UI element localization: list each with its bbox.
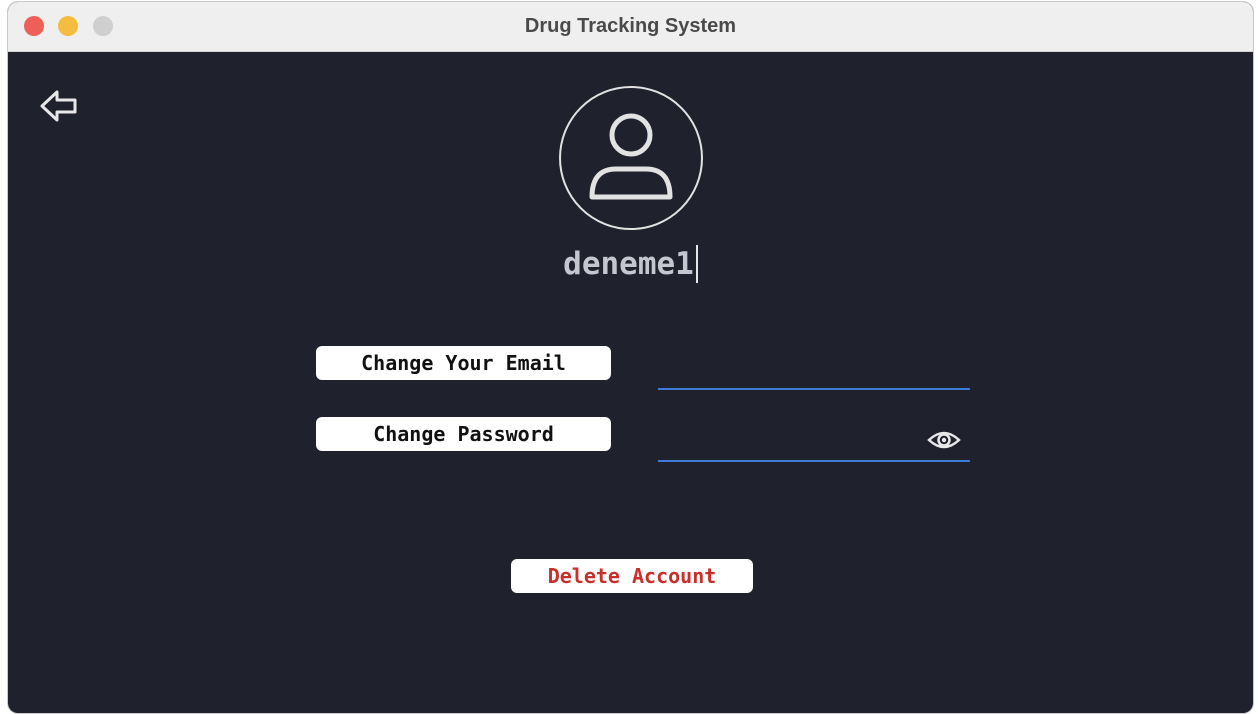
- title-bar: Drug Tracking System: [8, 2, 1253, 52]
- password-field[interactable]: [658, 422, 916, 458]
- change-email-button[interactable]: Change Your Email: [316, 346, 611, 380]
- user-icon: [559, 86, 703, 230]
- avatar: [558, 85, 704, 231]
- username-display: deneme1: [8, 244, 1253, 283]
- arrow-left-icon: [40, 90, 77, 122]
- email-field-container: [658, 350, 970, 390]
- toggle-password-visibility-button[interactable]: [926, 426, 962, 454]
- change-password-button[interactable]: Change Password: [316, 417, 611, 451]
- app-window: Drug Tracking System deneme1 Change Your…: [8, 2, 1253, 713]
- text-caret: [695, 244, 698, 283]
- email-field[interactable]: [658, 350, 916, 386]
- back-button[interactable]: [38, 86, 80, 126]
- password-field-container: [658, 422, 970, 462]
- profile-page: deneme1 Change Your Email Change Passwor…: [8, 52, 1253, 713]
- delete-account-button[interactable]: Delete Account: [511, 559, 753, 593]
- eye-icon: [927, 431, 961, 449]
- window-title: Drug Tracking System: [524, 15, 737, 37]
- username-text: deneme1: [563, 246, 694, 282]
